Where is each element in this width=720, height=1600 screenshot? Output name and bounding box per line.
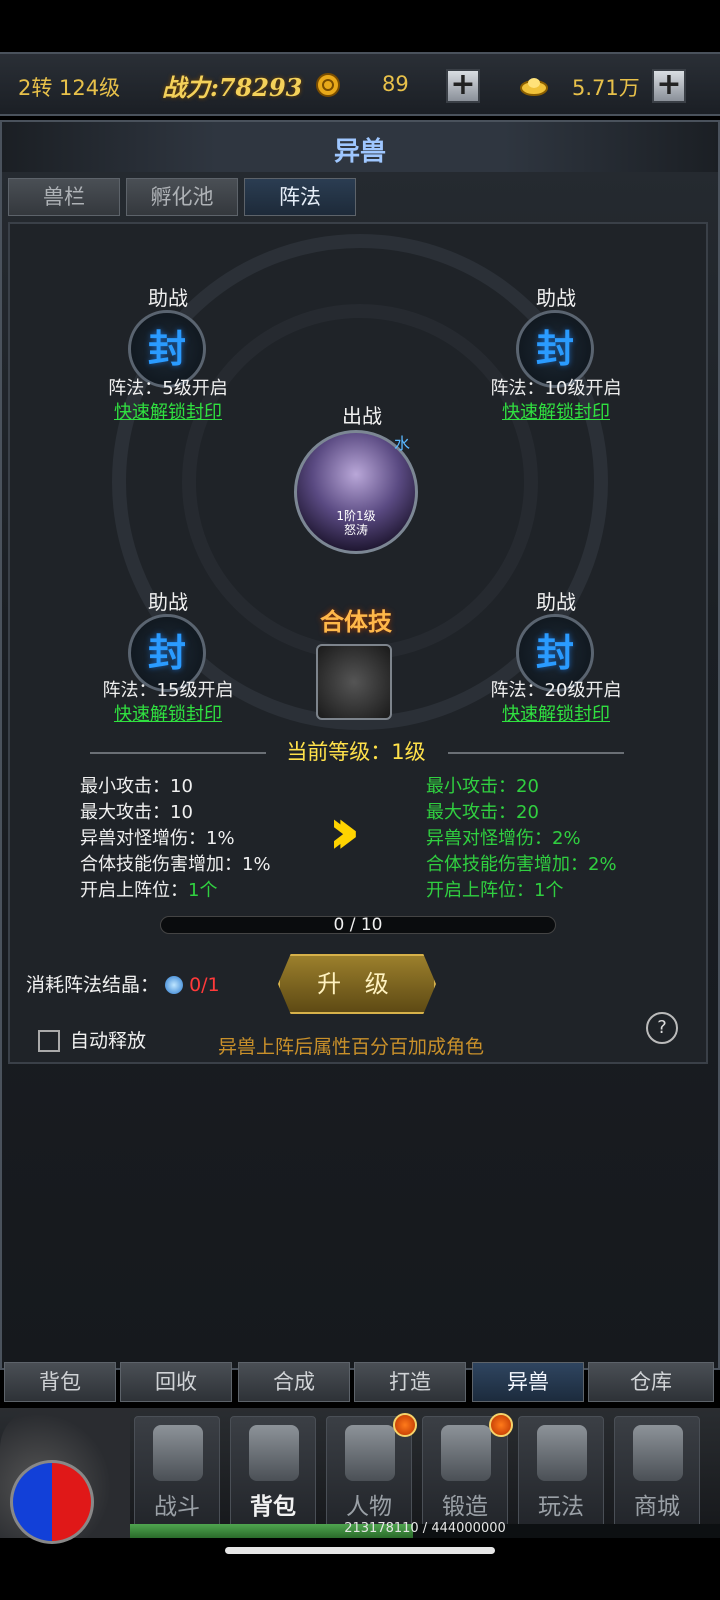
- stat-current: 合体技能伤害增加：1%: [80, 854, 271, 875]
- auto-release-label: 自动释放: [70, 1030, 147, 1052]
- anvil-icon: [441, 1425, 491, 1481]
- nav-label: 玩法: [538, 1494, 584, 1520]
- stat-next: 最大攻击：20: [426, 802, 539, 823]
- quick-unlock-link[interactable]: 快速解锁封印: [68, 700, 268, 726]
- help-icon[interactable]: ?: [646, 1012, 678, 1044]
- notification-dot-icon: [489, 1413, 513, 1437]
- main-slot-label: 出战: [342, 404, 382, 428]
- stat-next: 开启上阵位：1个: [426, 880, 564, 901]
- combat-power: 战力:78293: [162, 73, 303, 102]
- stat-next: 合体技能伤害增加：2%: [426, 854, 617, 875]
- add-coin-button[interactable]: +: [446, 69, 480, 103]
- slot-label: 助战: [148, 286, 188, 310]
- stat-current: 最小攻击：10: [80, 776, 193, 797]
- element-badge: 水: [394, 434, 411, 453]
- beast-tier: 1阶1级: [336, 509, 376, 523]
- experience-bar: 213178110 / 444000000: [130, 1521, 720, 1538]
- stat-next: 最小攻击：20: [426, 776, 539, 797]
- tab-forge[interactable]: 打造: [354, 1362, 466, 1402]
- slot-label: 助战: [148, 590, 188, 614]
- cost-count: 0/1: [189, 974, 220, 996]
- progress-text: 0 / 10: [333, 915, 383, 935]
- nav-label: 锻造: [442, 1494, 488, 1520]
- nav-forging[interactable]: 锻造: [422, 1413, 513, 1528]
- winged-sword-icon: [537, 1425, 587, 1481]
- nav-battle[interactable]: 战斗: [134, 1416, 220, 1528]
- tab-beast[interactable]: 异兽: [472, 1362, 584, 1402]
- tab-recycle[interactable]: 回收: [120, 1362, 232, 1402]
- tab-beast-pen[interactable]: 兽栏: [8, 178, 120, 216]
- tab-synthesis[interactable]: 合成: [238, 1362, 350, 1402]
- experience-text: 213178110 / 444000000: [344, 1521, 506, 1536]
- home-indicator[interactable]: [225, 1547, 495, 1554]
- notification-dot-icon: [393, 1413, 417, 1437]
- stat-current: 异兽对怪增伤：1%: [80, 828, 235, 849]
- nav-gameplay[interactable]: 玩法: [518, 1416, 604, 1528]
- crystal-icon: [165, 976, 184, 994]
- page-title: 异兽: [333, 137, 386, 167]
- upgrade-cost: 消耗阵法结晶： 0/1: [26, 970, 220, 997]
- checkbox-icon[interactable]: [38, 1030, 60, 1052]
- combo-skill-icon[interactable]: [316, 644, 392, 720]
- formation-tip: 异兽上阵后属性百分百加成角色: [218, 1036, 485, 1058]
- slot-label: 助战: [536, 286, 576, 310]
- stat-current: 开启上阵位：1个: [80, 880, 218, 901]
- formation-area: 助战 封 阵法：5级开启 快速解锁封印 助战 封 阵法：10级开启 快速解锁封印…: [8, 222, 708, 1064]
- nav-label: 背包: [250, 1494, 296, 1520]
- upgrade-button[interactable]: 升 级: [278, 954, 436, 1014]
- coin-icon: [316, 73, 340, 97]
- stat-current: 最大攻击：10: [80, 802, 193, 823]
- panel-header: 异兽: [2, 122, 718, 172]
- slot-unlock-info: 阵法：20级开启: [490, 680, 622, 701]
- tab-bag[interactable]: 背包: [4, 1362, 116, 1402]
- gold-ingot-icon: [520, 78, 548, 96]
- slot-unlock-info: 阵法：15级开启: [102, 680, 234, 701]
- nav-shop[interactable]: 商城: [614, 1416, 700, 1528]
- ingot-count: 5.71万: [572, 76, 640, 100]
- current-level: 当前等级：1级: [286, 740, 426, 764]
- combo-skill-title: 合体技: [320, 608, 392, 636]
- quick-unlock-link[interactable]: 快速解锁封印: [68, 398, 268, 424]
- slot-unlock-info: 阵法：5级开启: [108, 378, 228, 399]
- add-ingot-button[interactable]: +: [652, 69, 686, 103]
- tab-hatching-pool[interactable]: 孵化池: [126, 178, 238, 216]
- nav-bag[interactable]: 背包: [230, 1416, 316, 1528]
- quick-unlock-link[interactable]: 快速解锁封印: [456, 398, 656, 424]
- tab-warehouse[interactable]: 仓库: [588, 1362, 714, 1402]
- nav-character[interactable]: 人物: [326, 1413, 417, 1528]
- crossed-swords-icon: [153, 1425, 203, 1481]
- tab-formation[interactable]: 阵法: [244, 178, 356, 216]
- nav-label: 战斗: [154, 1494, 200, 1520]
- coin-count: 89: [382, 72, 409, 96]
- upgrade-arrow-icon: ››: [328, 795, 360, 869]
- main-navigation: 战斗 背包 人物 锻造 玩法 商城: [0, 1408, 720, 1544]
- cost-label: 消耗阵法结晶：: [26, 974, 160, 996]
- stat-next: 异兽对怪增伤：2%: [426, 828, 581, 849]
- beast-name: 怒涛: [343, 523, 368, 537]
- bottom-subtabs: 背包 回收 合成 打造 异兽 仓库: [0, 1362, 720, 1408]
- hp-mp-orb-icon[interactable]: [10, 1460, 94, 1544]
- beast-panel: 异兽 兽栏 孵化池 阵法 助战 封 阵法：5级开启 快速解锁封印 助战 封 阵法…: [0, 120, 720, 1370]
- nav-label: 人物: [346, 1494, 392, 1520]
- slot-label: 助战: [536, 590, 576, 614]
- backpack-icon: [249, 1425, 299, 1481]
- formation-progress-bar: 0 / 10: [160, 915, 556, 935]
- helmet-icon: [345, 1425, 395, 1481]
- player-level: 2转 124级: [18, 76, 121, 100]
- shop-pavilion-icon: [633, 1425, 683, 1481]
- auto-release-toggle[interactable]: 自动释放: [38, 1026, 146, 1053]
- slot-unlock-info: 阵法：10级开启: [490, 378, 622, 399]
- nav-label: 商城: [634, 1494, 680, 1520]
- quick-unlock-link[interactable]: 快速解锁封印: [456, 700, 656, 726]
- status-bar: 2转 124级 战力:78293 89 + 5.71万 +: [0, 52, 720, 116]
